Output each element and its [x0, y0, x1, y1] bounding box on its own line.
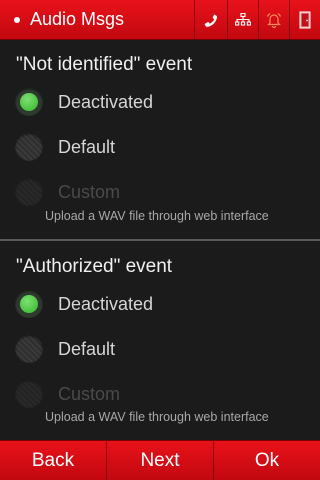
- back-button[interactable]: Back: [0, 441, 106, 480]
- option-default[interactable]: Default: [0, 329, 320, 369]
- door-icon[interactable]: [289, 0, 320, 40]
- section-title: "Authorized" event: [16, 256, 173, 277]
- ok-button[interactable]: Ok: [213, 441, 320, 480]
- radio-button: [15, 178, 43, 206]
- option-custom: Custom: [0, 374, 320, 414]
- radio-button[interactable]: [15, 335, 43, 363]
- section-title: "Not identified" event: [16, 54, 193, 75]
- option-default[interactable]: Default: [0, 127, 320, 167]
- phone-icon[interactable]: [194, 0, 227, 40]
- option-label: Custom: [58, 181, 121, 202]
- option-label: Deactivated: [58, 293, 154, 314]
- radio-button[interactable]: [15, 133, 43, 161]
- radio-button[interactable]: [15, 88, 43, 116]
- option-deactivated[interactable]: Deactivated: [0, 284, 320, 324]
- header-icons: [194, 0, 320, 40]
- radio-button[interactable]: [15, 290, 43, 318]
- hint-text: Upload a WAV file through web interface: [45, 209, 269, 223]
- next-button[interactable]: Next: [106, 441, 213, 480]
- page-title: Audio Msgs: [30, 9, 125, 29]
- radio-selected-dot: [20, 93, 38, 111]
- option-label: Custom: [58, 383, 121, 404]
- option-label: Deactivated: [58, 91, 154, 112]
- network-icon[interactable]: [227, 0, 258, 40]
- footer-bar: Back Next Ok: [0, 440, 320, 480]
- option-label: Default: [58, 136, 116, 157]
- hint-text: Upload a WAV file through web interface: [45, 410, 269, 424]
- option-custom: Custom: [0, 172, 320, 212]
- option-deactivated[interactable]: Deactivated: [0, 82, 320, 122]
- header-bar: Audio Msgs: [0, 0, 320, 40]
- option-label: Default: [58, 338, 116, 359]
- status-dot: [14, 16, 20, 23]
- radio-selected-dot: [20, 295, 38, 313]
- bell-icon[interactable]: [258, 0, 289, 40]
- radio-button: [15, 380, 43, 408]
- section-divider: [0, 239, 320, 241]
